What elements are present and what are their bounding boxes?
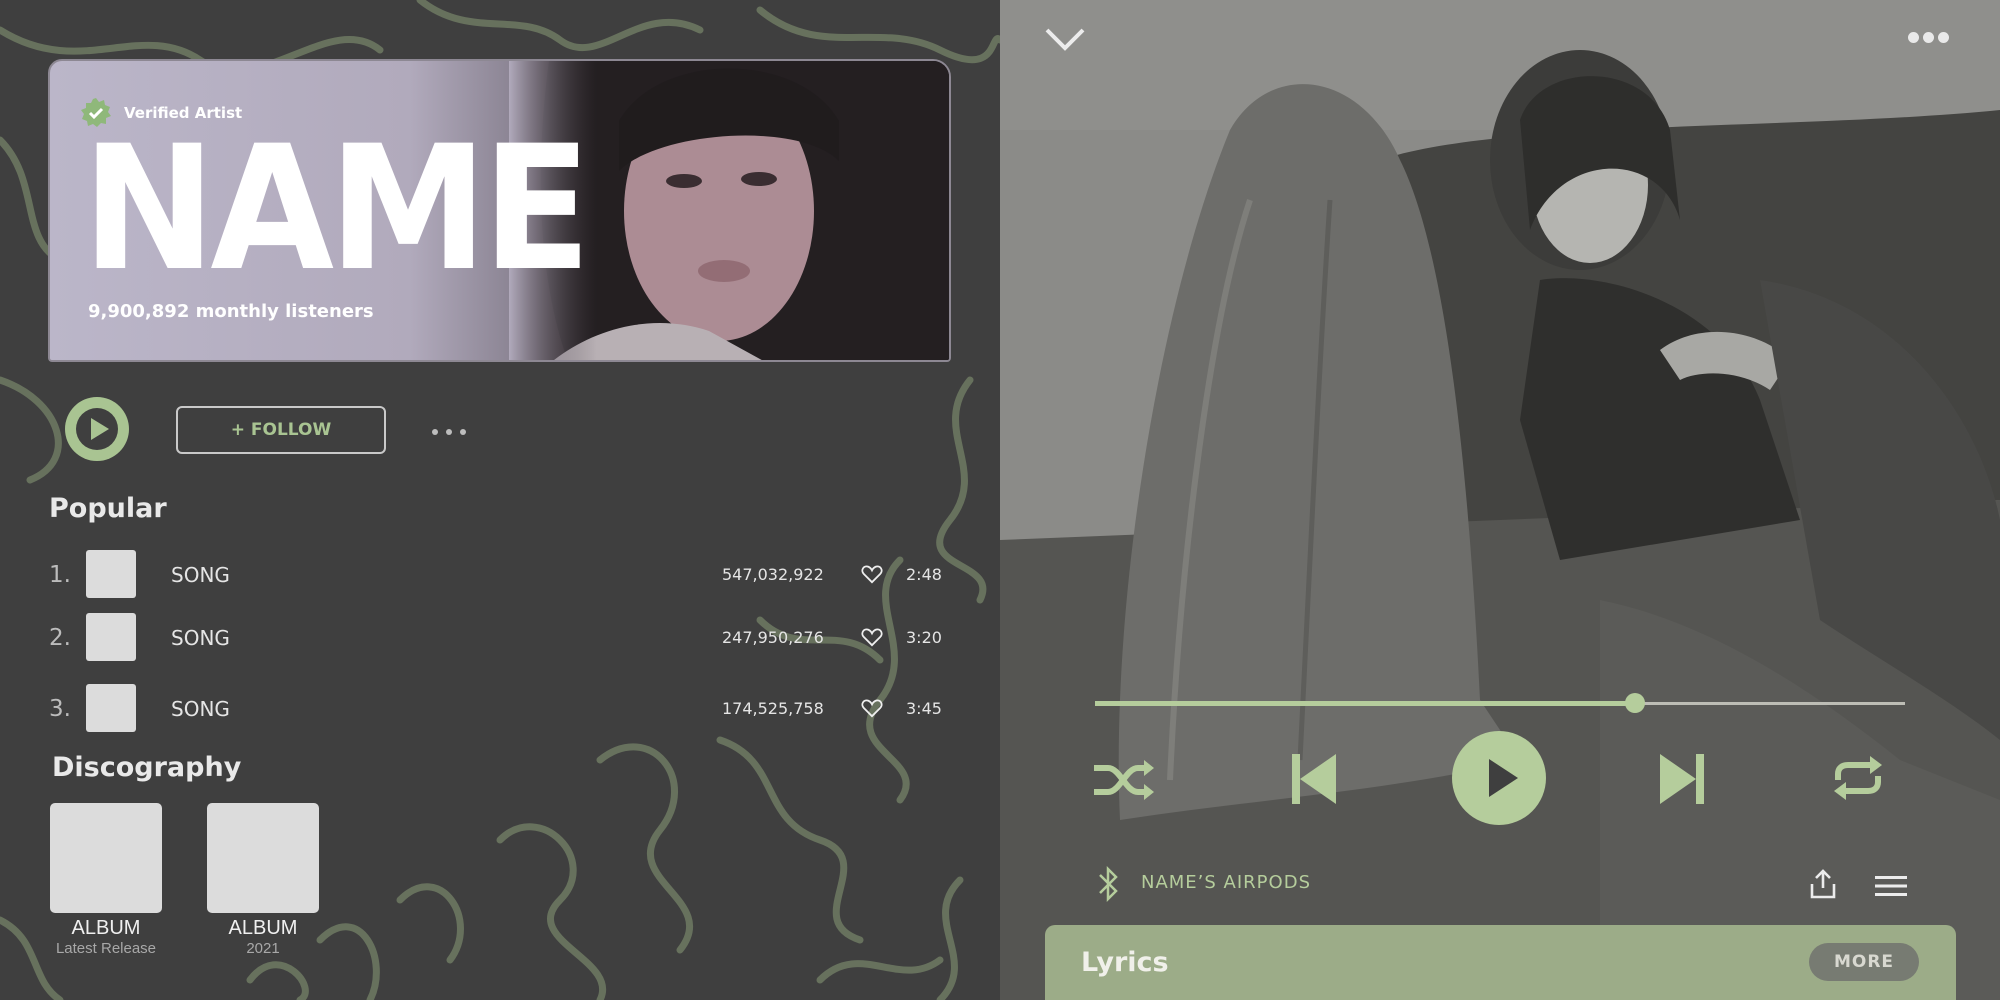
song-duration: 3:45 <box>906 699 942 718</box>
song-row[interactable]: 3. SONG 174,525,758 3:45 <box>49 684 949 734</box>
previous-track-icon[interactable] <box>1288 752 1338 806</box>
progress-fill <box>1095 701 1636 706</box>
heart-icon[interactable] <box>861 564 883 584</box>
connected-device-label[interactable]: NAME’S AIRPODS <box>1141 872 1311 893</box>
more-options-icon[interactable] <box>1908 28 1958 43</box>
artist-banner: Verified Artist NAME 9,900,892 monthly l… <box>48 59 951 362</box>
song-thumbnail <box>86 684 136 732</box>
next-track-icon[interactable] <box>1658 752 1708 806</box>
song-thumbnail <box>86 550 136 598</box>
monthly-listeners: 9,900,892 monthly listeners <box>88 301 374 322</box>
popular-heading: Popular <box>49 493 167 524</box>
bluetooth-icon <box>1099 865 1118 903</box>
now-playing-screen: NAME’S AIRPODS Lyrics MORE <box>1000 0 2000 1000</box>
heart-icon[interactable] <box>861 698 883 718</box>
song-thumbnail <box>86 613 136 661</box>
song-title: SONG <box>171 563 230 587</box>
play-icon <box>76 408 118 450</box>
album-subtitle: 2021 <box>246 940 280 957</box>
queue-icon[interactable] <box>1874 874 1908 898</box>
share-icon[interactable] <box>1809 868 1837 900</box>
song-rank: 1. <box>49 562 71 588</box>
song-plays: 547,032,922 <box>722 565 824 584</box>
song-duration: 2:48 <box>906 565 942 584</box>
song-row[interactable]: 1. SONG 547,032,922 2:48 <box>49 550 949 600</box>
album-cover <box>50 803 162 913</box>
artist-name: NAME <box>82 108 591 309</box>
album-name: ALBUM <box>228 917 298 939</box>
song-rank: 2. <box>49 625 71 651</box>
heart-icon[interactable] <box>861 627 883 647</box>
song-row[interactable]: 2. SONG 247,950,276 3:20 <box>49 613 949 663</box>
repeat-icon[interactable] <box>1830 754 1886 802</box>
discography-heading: Discography <box>52 752 242 783</box>
album-name: ALBUM <box>71 917 141 939</box>
song-duration: 3:20 <box>906 628 942 647</box>
play-button[interactable] <box>1452 731 1546 825</box>
shuffle-icon[interactable] <box>1090 758 1156 802</box>
album-card[interactable]: ALBUM Latest Release <box>50 803 162 957</box>
song-plays: 247,950,276 <box>722 628 824 647</box>
artist-page: Verified Artist NAME 9,900,892 monthly l… <box>0 0 1000 1000</box>
album-card[interactable]: ALBUM 2021 <box>207 803 319 957</box>
progress-bar[interactable] <box>1095 693 1905 713</box>
album-art-photo <box>1000 0 2000 1000</box>
song-title: SONG <box>171 697 230 721</box>
lyrics-panel[interactable]: Lyrics MORE <box>1045 925 1956 1000</box>
song-title: SONG <box>171 626 230 650</box>
lyrics-heading: Lyrics <box>1081 947 1169 978</box>
song-plays: 174,525,758 <box>722 699 824 718</box>
follow-button[interactable]: + FOLLOW <box>176 406 386 454</box>
album-cover <box>207 803 319 913</box>
lyrics-more-button[interactable]: MORE <box>1809 943 1919 981</box>
chevron-down-icon[interactable] <box>1044 26 1086 52</box>
play-artist-button[interactable] <box>65 397 129 461</box>
album-subtitle: Latest Release <box>55 940 157 957</box>
song-rank: 3. <box>49 696 71 722</box>
more-options-icon[interactable] <box>432 420 482 440</box>
play-icon <box>1489 759 1518 797</box>
